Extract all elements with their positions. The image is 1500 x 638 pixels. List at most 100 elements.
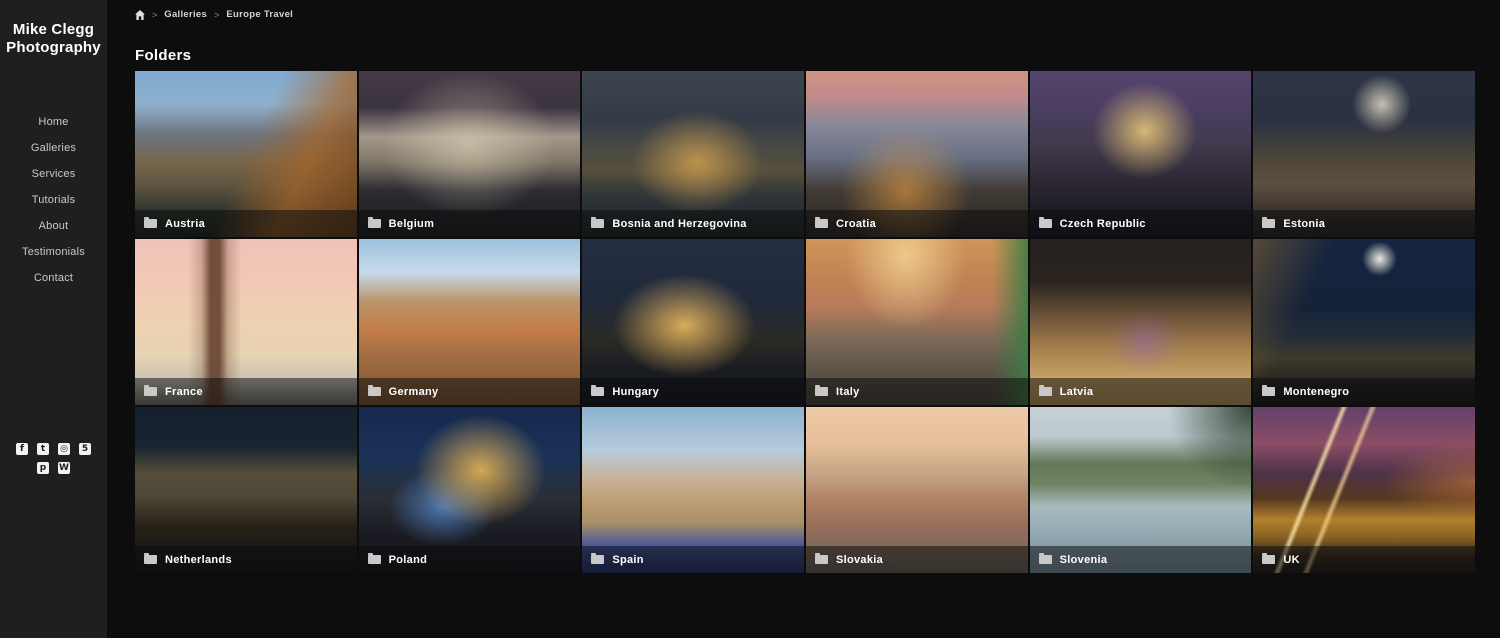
wordpress-icon[interactable]: W (58, 462, 70, 474)
folder-icon (144, 555, 157, 564)
folder-label-bar: Belgium (359, 210, 581, 237)
folder-label: France (165, 386, 203, 398)
site-logo[interactable]: Mike Clegg Photography (0, 0, 107, 56)
pinterest-icon[interactable]: p (37, 462, 49, 474)
breadcrumb-separator: > (214, 10, 219, 20)
folder-icon (1039, 219, 1052, 228)
folder-tile-croatia[interactable]: Croatia (806, 71, 1028, 237)
folder-label-bar: Croatia (806, 210, 1028, 237)
sidebar-nav: HomeGalleriesServicesTutorialsAboutTesti… (0, 109, 107, 291)
folder-label-bar: Slovenia (1030, 546, 1252, 573)
folder-label: Bosnia and Herzegovina (612, 218, 746, 230)
folder-icon (1262, 219, 1275, 228)
sidebar-item-galleries[interactable]: Galleries (0, 135, 107, 161)
social-row-2: pW (0, 462, 107, 474)
folder-icon (1262, 555, 1275, 564)
folder-label: Latvia (1060, 386, 1094, 398)
folder-tile-bosnia[interactable]: Bosnia and Herzegovina (582, 71, 804, 237)
folder-label-bar: Bosnia and Herzegovina (582, 210, 804, 237)
folder-label-bar: Latvia (1030, 378, 1252, 405)
folder-icon (815, 555, 828, 564)
folder-icon (1039, 555, 1052, 564)
folder-tile-poland[interactable]: Poland (359, 407, 581, 573)
folder-tile-slovakia[interactable]: Slovakia (806, 407, 1028, 573)
folder-label: Hungary (612, 386, 659, 398)
folder-label-bar: Spain (582, 546, 804, 573)
folder-label: Poland (389, 554, 427, 566)
folder-icon (591, 555, 604, 564)
facebook-icon[interactable]: f (16, 443, 28, 455)
folder-label: Spain (612, 554, 643, 566)
folder-tile-belgium[interactable]: Belgium (359, 71, 581, 237)
folder-label-bar: Estonia (1253, 210, 1475, 237)
folder-icon (815, 387, 828, 396)
folder-label-bar: UK (1253, 546, 1475, 573)
folder-tile-france[interactable]: France (135, 239, 357, 405)
folder-label-bar: Italy (806, 378, 1028, 405)
folder-tile-italy[interactable]: Italy (806, 239, 1028, 405)
folder-tile-germany[interactable]: Germany (359, 239, 581, 405)
page-title: Folders (135, 47, 1475, 64)
folder-label-bar: Hungary (582, 378, 804, 405)
folder-label: Netherlands (165, 554, 232, 566)
folder-icon (815, 219, 828, 228)
folder-label-bar: Poland (359, 546, 581, 573)
folder-tile-latvia[interactable]: Latvia (1030, 239, 1252, 405)
social-links: ft ◎ 5 pW (0, 443, 107, 481)
sidebar-item-about[interactable]: About (0, 213, 107, 239)
breadcrumb-separator: > (152, 10, 157, 20)
500px-icon[interactable]: 5 (79, 443, 91, 455)
sidebar-item-services[interactable]: Services (0, 161, 107, 187)
site-logo-line2: Photography (0, 39, 107, 57)
folder-icon (144, 387, 157, 396)
folder-label-bar: Netherlands (135, 546, 357, 573)
folder-tile-slovenia[interactable]: Slovenia (1030, 407, 1252, 573)
sidebar-item-home[interactable]: Home (0, 109, 107, 135)
folder-tile-czech-republic[interactable]: Czech Republic (1030, 71, 1252, 237)
folder-label: Montenegro (1283, 386, 1349, 398)
folder-tile-montenegro[interactable]: Montenegro (1253, 239, 1475, 405)
sidebar-item-contact[interactable]: Contact (0, 265, 107, 291)
folder-label: Belgium (389, 218, 435, 230)
folder-label-bar: Austria (135, 210, 357, 237)
sidebar: Mike Clegg Photography HomeGalleriesServ… (0, 0, 107, 638)
folder-label: Slovakia (836, 554, 883, 566)
folder-tile-austria[interactable]: Austria (135, 71, 357, 237)
folder-label-bar: Germany (359, 378, 581, 405)
folder-icon (368, 555, 381, 564)
folder-label: Germany (389, 386, 439, 398)
folder-label: Italy (836, 386, 860, 398)
folder-icon (1039, 387, 1052, 396)
folder-tile-estonia[interactable]: Estonia (1253, 71, 1475, 237)
folder-tile-spain[interactable]: Spain (582, 407, 804, 573)
breadcrumb-europe-travel[interactable]: Europe Travel (226, 9, 293, 20)
breadcrumb: > Galleries > Europe Travel (135, 9, 1475, 20)
main-content: > Galleries > Europe Travel Folders Aust… (107, 0, 1500, 573)
folder-icon (144, 219, 157, 228)
folder-label-bar: Montenegro (1253, 378, 1475, 405)
instagram-icon[interactable]: ◎ (58, 443, 70, 455)
folder-label-bar: Czech Republic (1030, 210, 1252, 237)
folder-tile-hungary[interactable]: Hungary (582, 239, 804, 405)
home-icon[interactable] (135, 10, 145, 20)
folder-label-bar: France (135, 378, 357, 405)
folder-label-bar: Slovakia (806, 546, 1028, 573)
folder-label: Slovenia (1060, 554, 1108, 566)
folder-icon (368, 387, 381, 396)
breadcrumb-galleries[interactable]: Galleries (164, 9, 207, 20)
folder-label: Estonia (1283, 218, 1325, 230)
folder-tile-uk[interactable]: UK (1253, 407, 1475, 573)
sidebar-item-testimonials[interactable]: Testimonials (0, 239, 107, 265)
folder-icon (1262, 387, 1275, 396)
folder-label: Czech Republic (1060, 218, 1146, 230)
social-row-1: ft ◎ 5 (0, 443, 107, 455)
sidebar-item-tutorials[interactable]: Tutorials (0, 187, 107, 213)
folder-tile-netherlands[interactable]: Netherlands (135, 407, 357, 573)
site-logo-line1: Mike Clegg (0, 21, 107, 39)
folder-icon (591, 387, 604, 396)
folders-grid: Austria Belgium Bosnia and Herzegovina Croa… (135, 71, 1475, 573)
folder-icon (591, 219, 604, 228)
folder-icon (368, 219, 381, 228)
folder-label: Austria (165, 218, 205, 230)
twitter-icon[interactable]: t (37, 443, 49, 455)
